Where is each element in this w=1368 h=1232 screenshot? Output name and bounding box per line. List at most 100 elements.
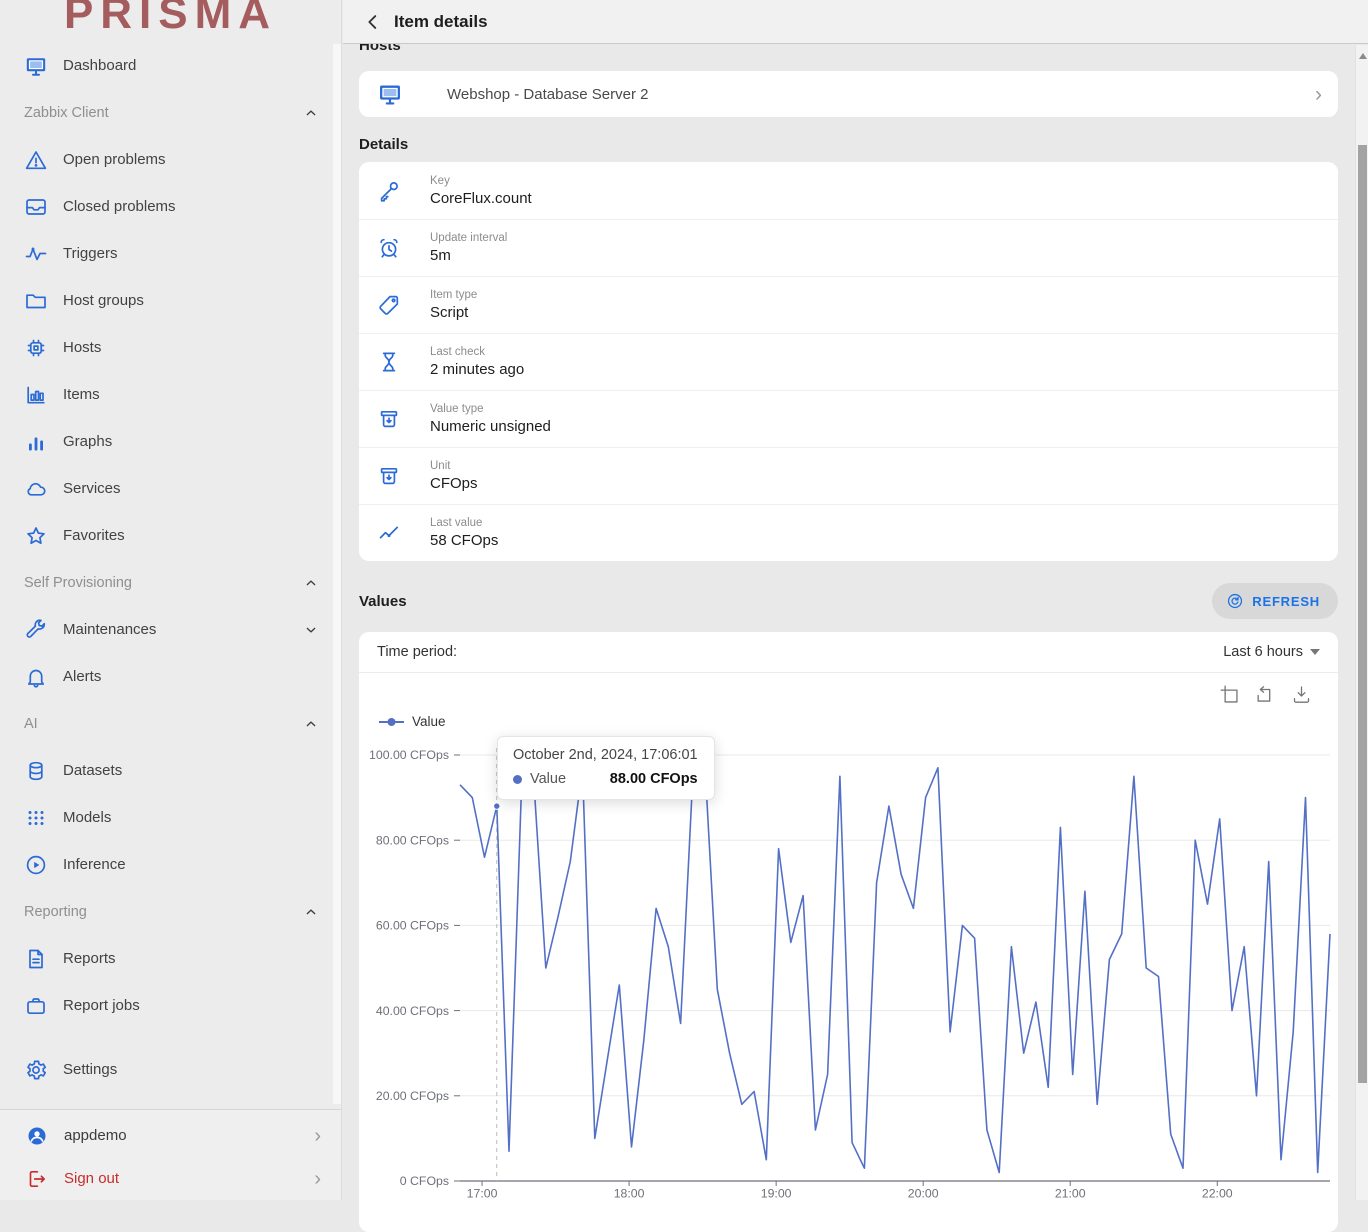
chevron-up-icon bbox=[303, 105, 319, 121]
chart-area[interactable]: 0 CFOps20.00 CFOps40.00 CFOps60.00 CFOps… bbox=[359, 740, 1338, 1210]
monitor-icon bbox=[377, 81, 403, 107]
sidebar-item-models[interactable]: Models bbox=[0, 794, 341, 841]
sidebar-item-graphs[interactable]: Graphs bbox=[0, 418, 341, 465]
tag-icon bbox=[377, 293, 401, 317]
sidebar-item-label: Host groups bbox=[63, 292, 144, 309]
grid-dots-icon bbox=[24, 806, 48, 830]
database-icon bbox=[24, 759, 48, 783]
detail-row-item-type: Item type Script bbox=[359, 276, 1338, 333]
restore-icon[interactable] bbox=[1255, 684, 1276, 705]
sidebar-section-zabbix-client[interactable]: Zabbix Client bbox=[0, 89, 341, 136]
svg-text:0 CFOps: 0 CFOps bbox=[400, 1174, 449, 1188]
refresh-button[interactable]: REFRESH bbox=[1212, 583, 1338, 619]
detail-label: Item type bbox=[430, 289, 477, 301]
sidebar-item-report-jobs[interactable]: Report jobs bbox=[0, 982, 341, 1029]
scrollbar-up-arrow-icon[interactable] bbox=[1359, 53, 1367, 59]
sidebar-item-dashboard[interactable]: Dashboard bbox=[0, 42, 341, 89]
detail-label: Update interval bbox=[430, 232, 507, 244]
sidebar-item-label: Inference bbox=[63, 856, 126, 873]
line-chart[interactable]: 0 CFOps20.00 CFOps40.00 CFOps60.00 CFOps… bbox=[365, 740, 1331, 1210]
folder-icon bbox=[24, 289, 48, 313]
sidebar-item-label: Alerts bbox=[63, 668, 101, 685]
trend-icon bbox=[377, 521, 401, 545]
svg-text:20:00: 20:00 bbox=[908, 1187, 939, 1201]
chevron-up-icon bbox=[303, 904, 319, 920]
detail-value: Script bbox=[430, 304, 477, 321]
chart-legend[interactable]: Value bbox=[378, 714, 1338, 729]
sidebar-item-inference[interactable]: Inference bbox=[0, 841, 341, 888]
sidebar-item-host-groups[interactable]: Host groups bbox=[0, 277, 341, 324]
footer-item-appdemo[interactable]: appdemo› bbox=[0, 1114, 341, 1157]
archive-icon bbox=[377, 407, 401, 431]
sidebar-scrollbar[interactable] bbox=[333, 44, 341, 1104]
warning-icon bbox=[24, 148, 48, 172]
download-icon[interactable] bbox=[1291, 684, 1312, 705]
pulse-icon bbox=[24, 242, 48, 266]
svg-text:80.00 CFOps: 80.00 CFOps bbox=[376, 833, 449, 847]
graph-bars-icon bbox=[24, 430, 48, 454]
sidebar-section-ai[interactable]: AI bbox=[0, 700, 341, 747]
sidebar-item-items[interactable]: Items bbox=[0, 371, 341, 418]
sidebar-item-label: Services bbox=[63, 480, 121, 497]
sidebar-item-label: Datasets bbox=[63, 762, 122, 779]
sidebar-item-datasets[interactable]: Datasets bbox=[0, 747, 341, 794]
section-label: Zabbix Client bbox=[24, 105, 109, 121]
svg-text:19:00: 19:00 bbox=[761, 1187, 792, 1201]
sidebar-item-services[interactable]: Services bbox=[0, 465, 341, 512]
detail-row-update-interval: Update interval5m bbox=[359, 219, 1338, 276]
caret-down-icon bbox=[1310, 649, 1320, 655]
chevron-up-icon bbox=[303, 575, 319, 591]
detail-label: Last value bbox=[430, 517, 498, 529]
detail-label: Value type bbox=[430, 403, 551, 415]
sidebar-item-closed-problems[interactable]: Closed problems bbox=[0, 183, 341, 230]
sidebar-item-label: Open problems bbox=[63, 151, 166, 168]
legend-label: Value bbox=[412, 714, 446, 729]
footer-item-label: appdemo bbox=[64, 1127, 127, 1144]
sidebar-item-alerts[interactable]: Alerts bbox=[0, 653, 341, 700]
sidebar-item-hosts[interactable]: Hosts bbox=[0, 324, 341, 371]
svg-text:18:00: 18:00 bbox=[614, 1187, 645, 1201]
chart-toolbar bbox=[359, 684, 1312, 705]
section-label: Reporting bbox=[24, 904, 87, 920]
sidebar-item-maintenances[interactable]: Maintenances bbox=[0, 606, 341, 653]
section-label: Self Provisioning bbox=[24, 575, 132, 591]
alarm-icon bbox=[377, 236, 401, 260]
sidebar-item-settings[interactable]: Settings bbox=[0, 1046, 341, 1093]
sidebar-item-label: Triggers bbox=[63, 245, 117, 262]
footer-item-sign-out[interactable]: Sign out› bbox=[0, 1157, 341, 1200]
svg-text:100.00 CFOps: 100.00 CFOps bbox=[369, 748, 449, 762]
host-card[interactable]: Webshop - Database Server 2 › bbox=[359, 71, 1338, 117]
sidebar-item-open-problems[interactable]: Open problems bbox=[0, 136, 341, 183]
key-icon bbox=[377, 179, 401, 203]
back-icon[interactable] bbox=[362, 11, 384, 33]
zoom-select-icon[interactable] bbox=[1219, 684, 1240, 705]
detail-value: CFOps bbox=[430, 475, 478, 492]
host-name: Webshop - Database Server 2 bbox=[447, 86, 649, 103]
sidebar-item-triggers[interactable]: Triggers bbox=[0, 230, 341, 277]
sidebar-item-reports[interactable]: Reports bbox=[0, 935, 341, 982]
play-circle-icon bbox=[24, 853, 48, 877]
detail-row-unit: UnitCFOps bbox=[359, 447, 1338, 504]
time-period-value: Last 6 hours bbox=[1223, 644, 1303, 660]
sidebar-section-self-provisioning[interactable]: Self Provisioning bbox=[0, 559, 341, 606]
chevron-right-icon: › bbox=[314, 1169, 321, 1189]
scrollbar-thumb[interactable] bbox=[1358, 145, 1367, 1083]
detail-row-key: KeyCoreFlux.count bbox=[359, 162, 1338, 219]
inbox-icon bbox=[24, 195, 48, 219]
report-icon bbox=[24, 947, 48, 971]
detail-label: Last check bbox=[430, 346, 524, 358]
sidebar-item-label: Graphs bbox=[63, 433, 112, 450]
briefcase-icon bbox=[24, 994, 48, 1018]
bell-icon bbox=[24, 665, 48, 689]
details-card: KeyCoreFlux.countUpdate interval5mItem t… bbox=[359, 162, 1338, 561]
detail-label: Key bbox=[430, 175, 532, 187]
chart-tooltip: October 2nd, 2024, 17:06:01 Value 88.00 … bbox=[497, 736, 715, 800]
refresh-icon bbox=[1226, 592, 1244, 610]
sidebar-section-reporting[interactable]: Reporting bbox=[0, 888, 341, 935]
detail-value: Numeric unsigned bbox=[430, 418, 551, 435]
sidebar-item-favorites[interactable]: Favorites bbox=[0, 512, 341, 559]
main-scrollbar[interactable] bbox=[1355, 45, 1368, 1200]
page-title: Item details bbox=[394, 12, 488, 32]
time-period-select[interactable]: Last 6 hours bbox=[1223, 644, 1320, 660]
sidebar-item-label: Hosts bbox=[63, 339, 101, 356]
